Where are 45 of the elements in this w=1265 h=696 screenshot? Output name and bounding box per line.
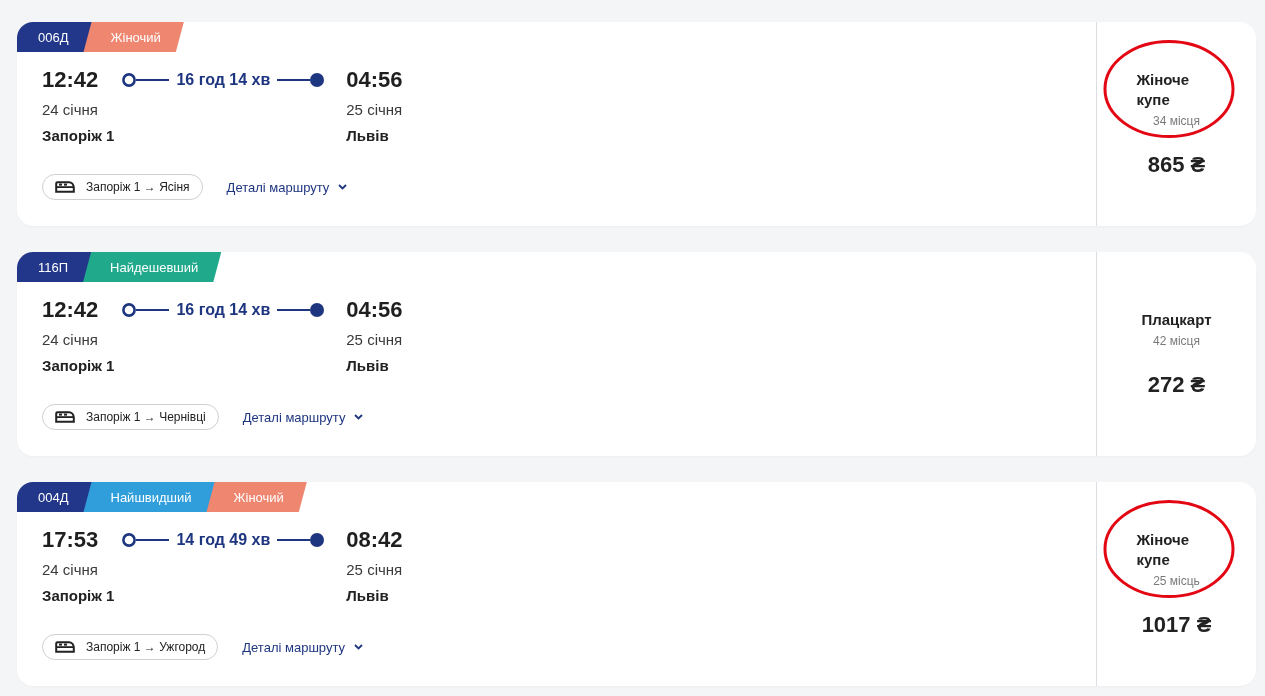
route-text: Запоріж 1 → Ужгород	[86, 640, 206, 654]
travel-duration: 16 год 14 хв	[176, 300, 271, 320]
arrival-date: 25 січня	[346, 560, 403, 580]
departure-date: 24 січня	[42, 100, 99, 120]
route-text: Запоріж 1 → Чернівці	[86, 410, 206, 424]
ticket-price: 272 ₴	[1147, 372, 1206, 398]
arrival-date: 25 січня	[346, 330, 403, 350]
carriage-class: Плацкарт	[1141, 310, 1212, 330]
travel-duration: 16 год 14 хв	[176, 70, 271, 90]
departure-date: 24 січня	[42, 560, 99, 580]
chevron-down-icon	[354, 644, 363, 650]
arrival-time: 04:56	[346, 66, 403, 94]
train-number-tag: 116П	[17, 252, 92, 282]
departure-time: 12:42	[42, 66, 100, 94]
departure-station: Запоріж 1	[42, 586, 115, 606]
travel-duration: 14 год 49 хв	[176, 530, 271, 550]
seats-count: 25 місць	[1153, 574, 1200, 588]
train-car-icon	[55, 641, 75, 653]
seats-count: 34 місця	[1153, 114, 1200, 128]
train-car-icon	[55, 411, 75, 423]
arrival-station: Львів	[346, 586, 390, 606]
departure-station: Запоріж 1	[42, 356, 115, 376]
carriage-class: Жіноче купе	[1136, 70, 1191, 110]
train-number-tag: 006Д	[17, 22, 92, 52]
arrival-time: 08:42	[346, 526, 403, 554]
arrival-date: 25 січня	[346, 100, 403, 120]
arrival-station: Львів	[346, 356, 390, 376]
train-number-tag: 004Д	[17, 482, 92, 512]
route-details-link[interactable]: Деталі маршруту	[242, 409, 364, 425]
seats-count: 42 місця	[1153, 334, 1200, 348]
chevron-down-icon	[354, 414, 364, 420]
route-details-link[interactable]: Деталі маршруту	[242, 639, 363, 655]
route-text: Запоріж 1 → Ясіня	[86, 180, 190, 194]
departure-station: Запоріж 1	[42, 126, 115, 146]
carriage-class: Жіноче купе	[1136, 530, 1191, 570]
departure-time: 17:53	[42, 526, 100, 554]
train-car-icon	[55, 181, 75, 193]
ticket-price: 865 ₴	[1147, 152, 1206, 178]
departure-date: 24 січня	[42, 330, 99, 350]
arrival-station: Львів	[346, 126, 390, 146]
route-details-link[interactable]: Деталі маршруту	[226, 179, 348, 195]
ticket-price: 1017 ₴	[1141, 612, 1212, 638]
chevron-down-icon	[338, 184, 348, 190]
departure-time: 12:42	[42, 296, 100, 324]
arrival-time: 04:56	[346, 296, 403, 324]
